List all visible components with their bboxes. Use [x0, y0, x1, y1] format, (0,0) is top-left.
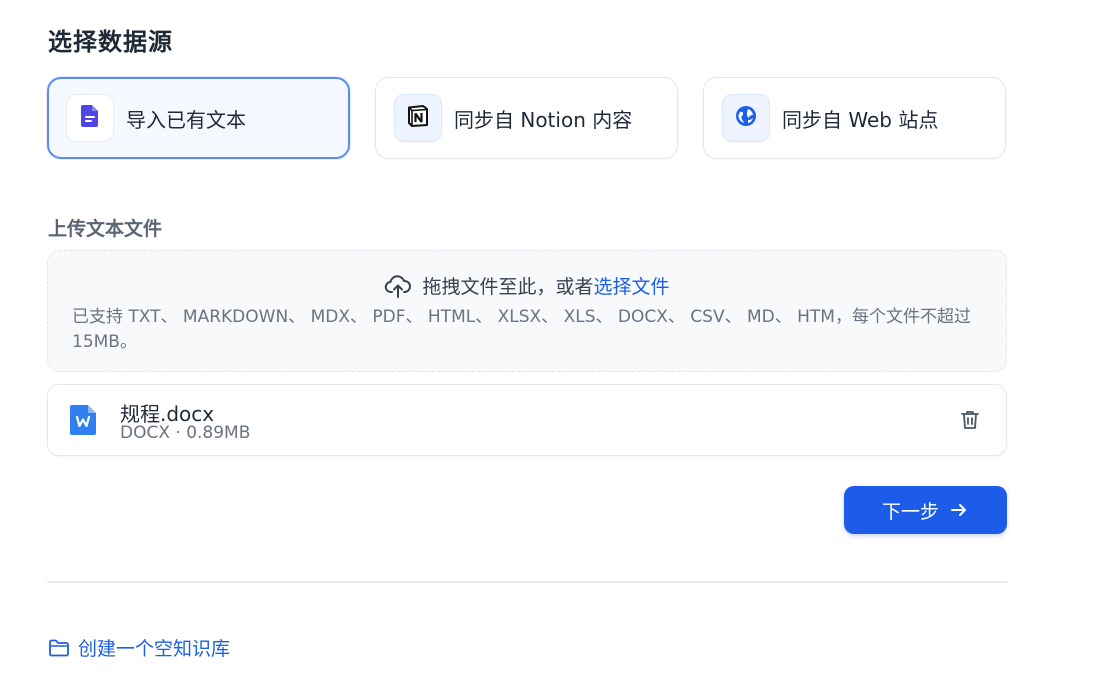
source-card-label: 导入已有文本	[126, 107, 246, 132]
dropzone-text: 拖拽文件至此，或者	[422, 276, 594, 298]
folder-icon	[48, 638, 70, 658]
create-knowledge-page: 选择数据源 导入已有文本 同步自 Notion 内容 同步自 Web 站点 上传…	[0, 0, 1114, 679]
web-globe-icon	[734, 104, 758, 132]
cloud-upload-icon	[384, 273, 412, 299]
source-card-label: 同步自 Notion 内容	[454, 107, 633, 132]
file-dropzone[interactable]: 拖拽文件至此，或者 选择文件 已支持 TXT、 MARKDOWN、 MDX、 P…	[47, 250, 1007, 372]
delete-file-button[interactable]	[958, 408, 982, 432]
word-doc-icon	[69, 404, 97, 440]
page-title: 选择数据源	[48, 28, 173, 56]
source-card-notion[interactable]: 同步自 Notion 内容	[375, 77, 678, 159]
select-file-link[interactable]: 选择文件	[594, 272, 670, 299]
trash-icon	[959, 409, 981, 431]
notion-icon	[405, 103, 431, 133]
document-icon	[80, 104, 100, 132]
document-icon-wrap	[66, 94, 114, 142]
source-card-label: 同步自 Web 站点	[782, 107, 939, 132]
upload-section-label: 上传文本文件	[48, 218, 163, 240]
section-divider	[47, 581, 1007, 583]
next-step-button[interactable]: 下一步	[844, 486, 1007, 534]
source-card-import-text[interactable]: 导入已有文本	[47, 77, 350, 159]
source-card-web[interactable]: 同步自 Web 站点	[703, 77, 1006, 159]
web-globe-icon-wrap	[722, 94, 770, 142]
create-empty-kb-label: 创建一个空知识库	[78, 638, 231, 660]
supported-formats-hint: 已支持 TXT、 MARKDOWN、 MDX、 PDF、 HTML、 XLSX、…	[72, 307, 971, 352]
arrow-right-icon	[949, 500, 969, 520]
file-meta: DOCX · 0.89MB	[120, 423, 251, 443]
uploaded-file-item: 规程.docx DOCX · 0.89MB	[47, 384, 1007, 456]
dropzone-prompt: 拖拽文件至此，或者 选择文件	[48, 272, 1006, 299]
create-empty-kb-link[interactable]: 创建一个空知识库	[48, 634, 230, 661]
next-step-label: 下一步	[881, 501, 939, 523]
notion-icon-wrap	[394, 94, 442, 142]
